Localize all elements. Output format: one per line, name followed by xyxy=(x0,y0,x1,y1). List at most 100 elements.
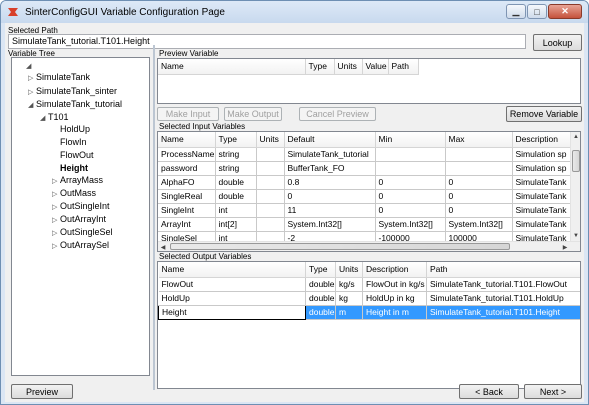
table-cell[interactable] xyxy=(375,161,446,176)
remove-variable-button[interactable]: Remove Variable xyxy=(506,106,582,122)
tree-node[interactable]: ▷ SimulateTank_sinter xyxy=(28,86,117,96)
table-cell[interactable]: System.Int32[] xyxy=(284,217,376,232)
table-cell[interactable]: string xyxy=(215,161,257,176)
tree-node[interactable]: ▷ OutArrayInt xyxy=(52,214,106,224)
inputs-horizontal-scrollbar[interactable]: ◀ ▶ xyxy=(158,241,580,251)
table-cell[interactable]: SimulateTank_tutorial.T101.HoldUp xyxy=(426,291,580,306)
preview-button[interactable]: Preview xyxy=(11,384,73,399)
expander-arrow-icon[interactable]: ▷ xyxy=(52,177,60,185)
table-cell[interactable] xyxy=(256,217,285,232)
table-cell[interactable]: Height in m xyxy=(362,305,427,320)
tree-node[interactable]: ▷ OutArraySel xyxy=(52,240,109,250)
tree-node[interactable]: ▷ SimulateTank xyxy=(28,72,90,82)
table-cell[interactable] xyxy=(256,189,285,204)
tree-node[interactable]: ◢ T101 xyxy=(40,112,69,122)
table-cell[interactable]: Height xyxy=(158,304,306,320)
column-header[interactable]: Type xyxy=(305,59,335,75)
cancel-preview-button[interactable]: Cancel Preview xyxy=(299,107,376,121)
close-icon[interactable]: ✕ xyxy=(548,4,582,19)
table-cell[interactable] xyxy=(256,161,285,176)
table-cell[interactable]: 11 xyxy=(284,203,376,218)
column-header[interactable]: Min xyxy=(375,132,446,148)
tree-node[interactable]: ▷ OutSingleInt xyxy=(52,201,110,211)
table-cell[interactable]: FlowOut xyxy=(158,277,306,292)
table-cell[interactable]: double xyxy=(305,291,336,306)
selected-outputs-table[interactable]: Name Type Units Description Path FlowOut doub… xyxy=(157,261,581,389)
table-cell[interactable]: 0.8 xyxy=(284,175,376,190)
tree-node[interactable]: ▷ OutMass xyxy=(52,188,96,198)
tree-node[interactable]: ▷ ArrayMass xyxy=(52,175,103,185)
title-bar[interactable]: SinterConfigGUI Variable Configuration P… xyxy=(1,1,588,23)
expander-arrow-icon[interactable]: ▷ xyxy=(52,216,60,224)
variable-tree[interactable]: ◢ ▷ SimulateTank ▷ SimulateTank_sinter ◢ Simul… xyxy=(11,57,150,376)
table-cell[interactable]: 0 xyxy=(445,175,513,190)
table-cell[interactable]: HoldUp xyxy=(158,291,306,306)
table-cell[interactable]: SimulateTank_tutorial xyxy=(284,147,376,162)
table-cell[interactable]: 0 xyxy=(445,203,513,218)
table-cell[interactable]: ProcessName xyxy=(158,147,216,162)
table-row[interactable]: ProcessName string SimulateTank_tutorial Si… xyxy=(158,147,580,162)
expander-arrow-icon[interactable]: ▷ xyxy=(52,242,60,250)
tree-node[interactable]: FlowOut xyxy=(52,150,94,160)
tree-root-expander-icon[interactable]: ◢ xyxy=(26,60,34,70)
table-cell[interactable]: SingleReal xyxy=(158,189,216,204)
inputs-vertical-scrollbar[interactable]: ▲ ▼ xyxy=(570,132,580,241)
table-cell[interactable]: ArrayInt xyxy=(158,217,216,232)
column-header[interactable]: Units xyxy=(334,59,363,75)
expander-arrow-icon[interactable]: ▷ xyxy=(52,203,60,211)
table-cell[interactable] xyxy=(256,175,285,190)
expander-arrow-icon[interactable]: ▷ xyxy=(28,74,36,82)
table-cell[interactable]: SimulateTank_tutorial.T101.FlowOut xyxy=(426,277,580,292)
panel-splitter[interactable] xyxy=(153,45,155,390)
table-cell[interactable]: m xyxy=(335,305,363,320)
table-row[interactable]: FlowOut double kg/s FlowOut in kg/s Simulate… xyxy=(158,277,580,292)
table-cell[interactable]: SingleInt xyxy=(158,203,216,218)
table-cell[interactable]: 0 xyxy=(284,189,376,204)
table-cell[interactable]: AlphaFO xyxy=(158,175,216,190)
column-header[interactable]: Units xyxy=(335,262,363,278)
table-cell[interactable] xyxy=(445,161,513,176)
preview-variable-table[interactable]: Name Type Units Value Path xyxy=(157,58,581,104)
back-button[interactable]: < Back xyxy=(459,384,519,399)
table-cell[interactable]: SimulateTank_tutorial.T101.Height xyxy=(426,305,580,320)
table-cell[interactable]: 0 xyxy=(375,189,446,204)
table-cell[interactable]: HoldUp in kg xyxy=(362,291,427,306)
make-output-button[interactable]: Make Output xyxy=(224,107,282,121)
table-cell[interactable]: double xyxy=(215,175,257,190)
tree-node[interactable]: Height xyxy=(52,163,88,173)
table-cell[interactable]: password xyxy=(158,161,216,176)
table-cell[interactable]: BufferTank_FO xyxy=(284,161,376,176)
table-cell[interactable]: double xyxy=(305,277,336,292)
column-header[interactable]: Value xyxy=(362,59,389,75)
column-header[interactable]: Name xyxy=(158,132,216,148)
expander-arrow-icon[interactable]: ▷ xyxy=(28,88,36,96)
table-row[interactable]: HoldUp double kg HoldUp in kg SimulateTank_t… xyxy=(158,291,580,306)
column-header[interactable]: Units xyxy=(256,132,285,148)
column-header[interactable]: Name xyxy=(158,262,306,278)
next-button[interactable]: Next > xyxy=(524,384,582,399)
expander-arrow-icon[interactable]: ▷ xyxy=(52,190,60,198)
column-header[interactable]: Type xyxy=(305,262,336,278)
table-cell[interactable] xyxy=(256,203,285,218)
table-cell[interactable]: System.Int32[] xyxy=(375,217,446,232)
tree-node[interactable]: ▷ OutSingleSel xyxy=(52,227,113,237)
column-header[interactable]: Max xyxy=(445,132,513,148)
selected-path-field[interactable]: SimulateTank_tutorial.T101.Height xyxy=(8,34,526,49)
table-cell[interactable]: 0 xyxy=(445,189,513,204)
table-cell[interactable]: 0 xyxy=(375,203,446,218)
tree-node[interactable]: ◢ SimulateTank_tutorial xyxy=(28,99,122,109)
table-cell[interactable]: FlowOut in kg/s xyxy=(362,277,427,292)
column-header[interactable]: Description xyxy=(362,262,427,278)
table-cell[interactable]: double xyxy=(305,305,336,320)
table-cell[interactable]: string xyxy=(215,147,257,162)
table-cell[interactable]: kg xyxy=(335,291,363,306)
column-header[interactable]: Path xyxy=(388,59,419,75)
table-row[interactable]: SingleInt int 11 0 0 SimulateTank xyxy=(158,203,580,218)
table-row[interactable]: password string BufferTank_FO Simulation sp xyxy=(158,161,580,176)
selected-inputs-table[interactable]: Name Type Units Default Min Max Description Pr… xyxy=(157,131,581,252)
table-row[interactable]: SingleReal double 0 0 0 SimulateTank xyxy=(158,189,580,204)
minimize-icon[interactable]: ▁ xyxy=(506,4,526,19)
table-row[interactable]: Height double m Height in m SimulateTank_tut… xyxy=(158,304,580,320)
expander-arrow-icon[interactable]: ▷ xyxy=(52,229,60,237)
table-cell[interactable]: int[2] xyxy=(215,217,257,232)
